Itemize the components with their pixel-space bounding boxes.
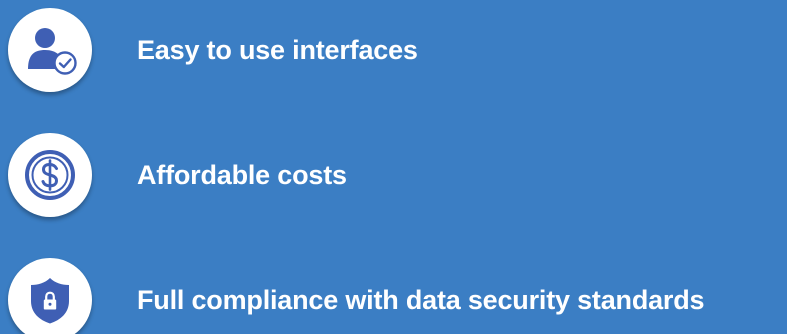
user-check-icon: [28, 28, 77, 75]
dollar-circle-icon: [25, 150, 75, 200]
feature-badge: [8, 8, 92, 92]
feature-item-easy-to-use: Easy to use interfaces: [0, 0, 787, 100]
feature-badge: [8, 133, 92, 217]
feature-panel: Easy to use interfaces Affordable costs …: [0, 0, 787, 334]
feature-item-affordable: Affordable costs: [0, 125, 787, 225]
feature-label: Easy to use interfaces: [137, 35, 418, 65]
feature-item-security: Full compliance with data security stand…: [0, 250, 787, 334]
feature-label: Affordable costs: [137, 160, 347, 190]
shield-lock-icon: [31, 278, 69, 324]
feature-badge: [8, 258, 92, 334]
feature-label: Full compliance with data security stand…: [137, 285, 705, 315]
